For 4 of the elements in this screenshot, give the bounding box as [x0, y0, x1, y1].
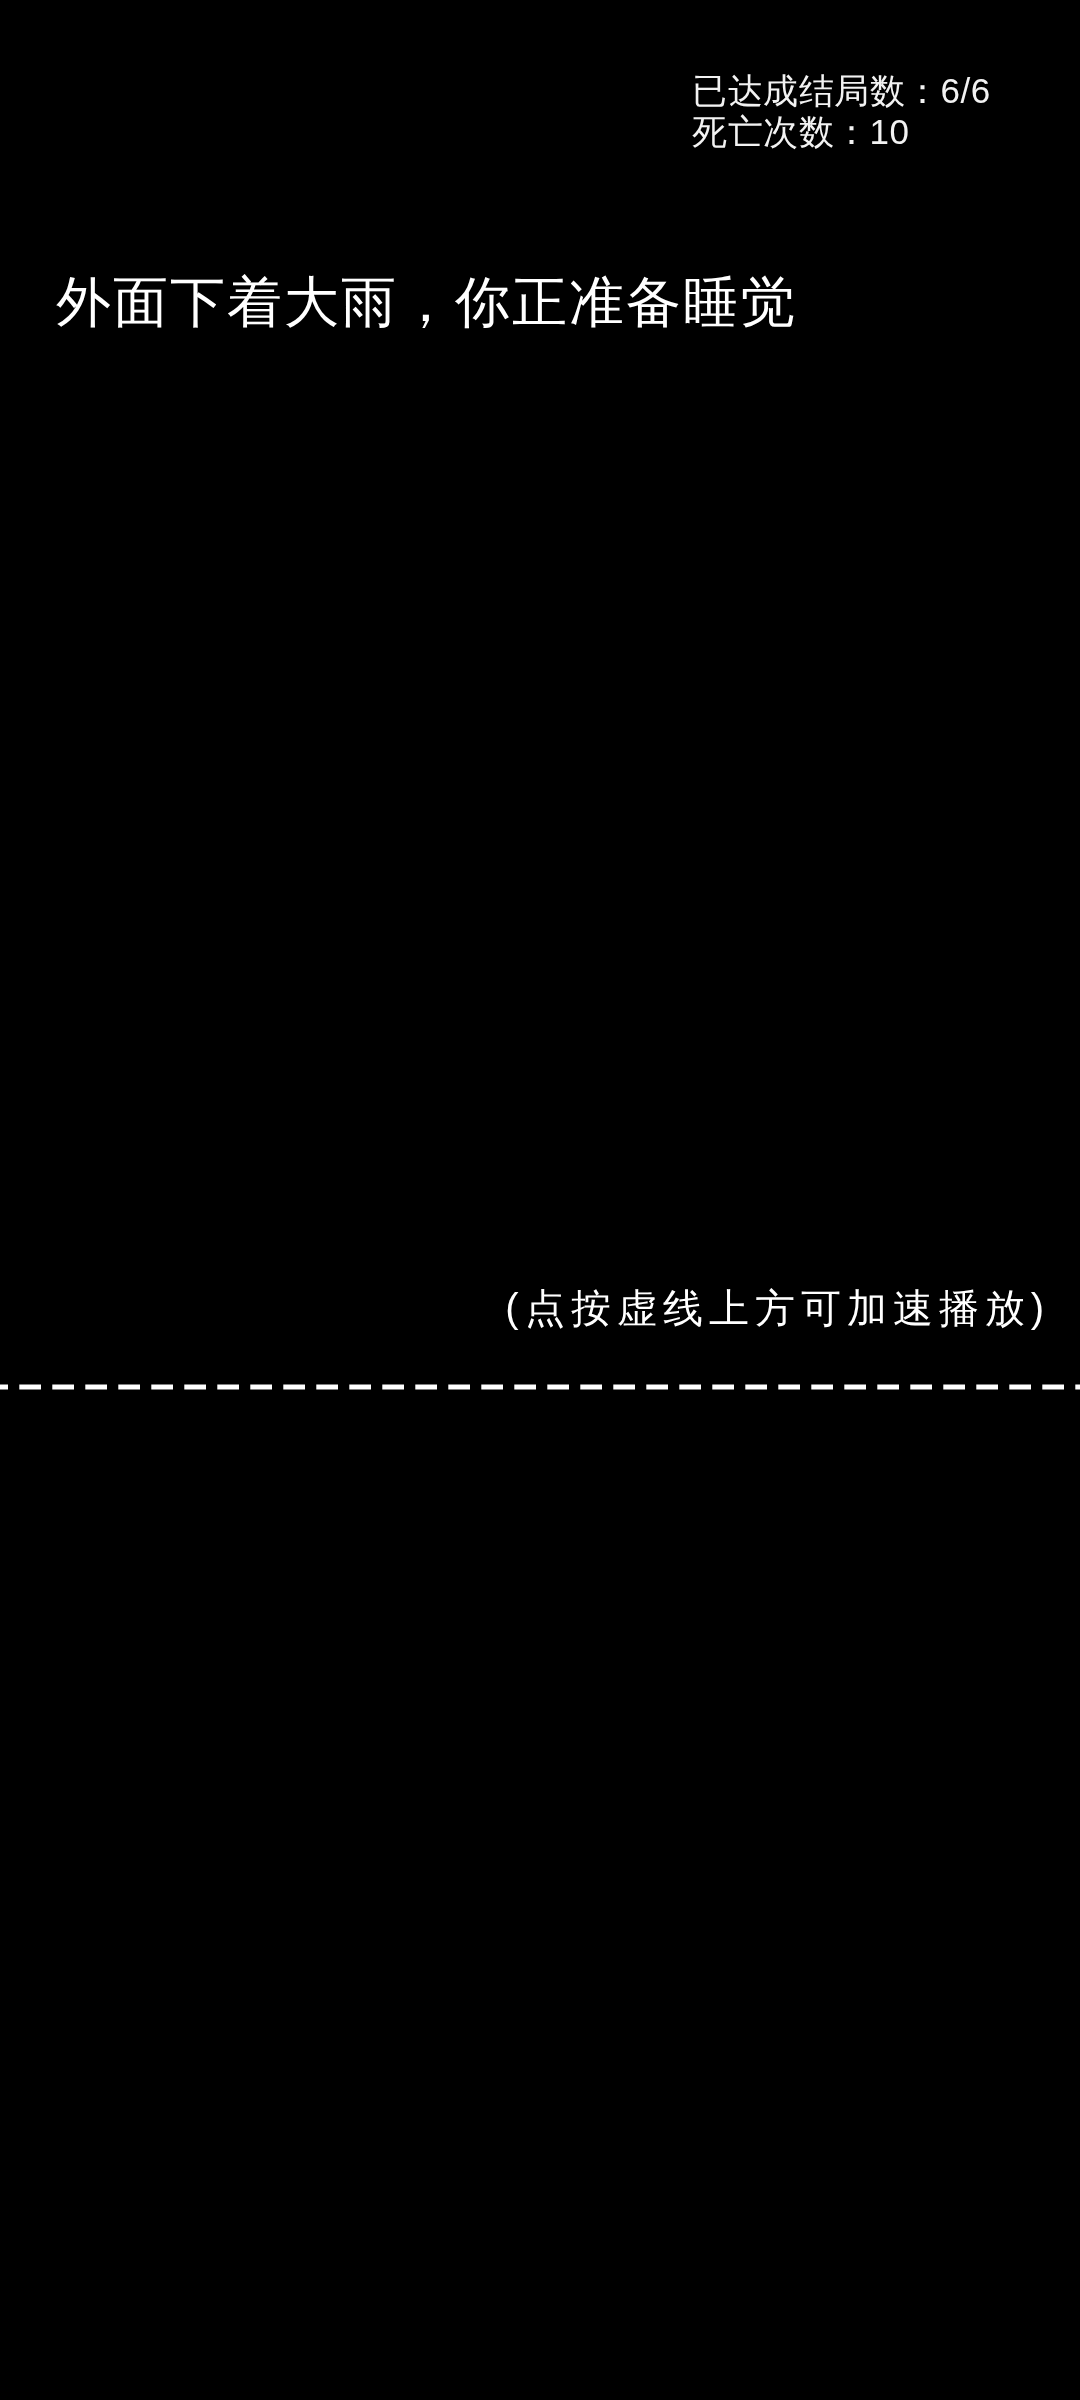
speed-up-hint: (点按虚线上方可加速播放): [505, 1285, 1050, 1332]
story-text: 外面下着大雨，你正准备睡觉: [56, 272, 797, 332]
death-count-text: 死亡次数：10: [692, 111, 910, 152]
endings-count-text: 已达成结局数：6/6: [692, 70, 991, 111]
